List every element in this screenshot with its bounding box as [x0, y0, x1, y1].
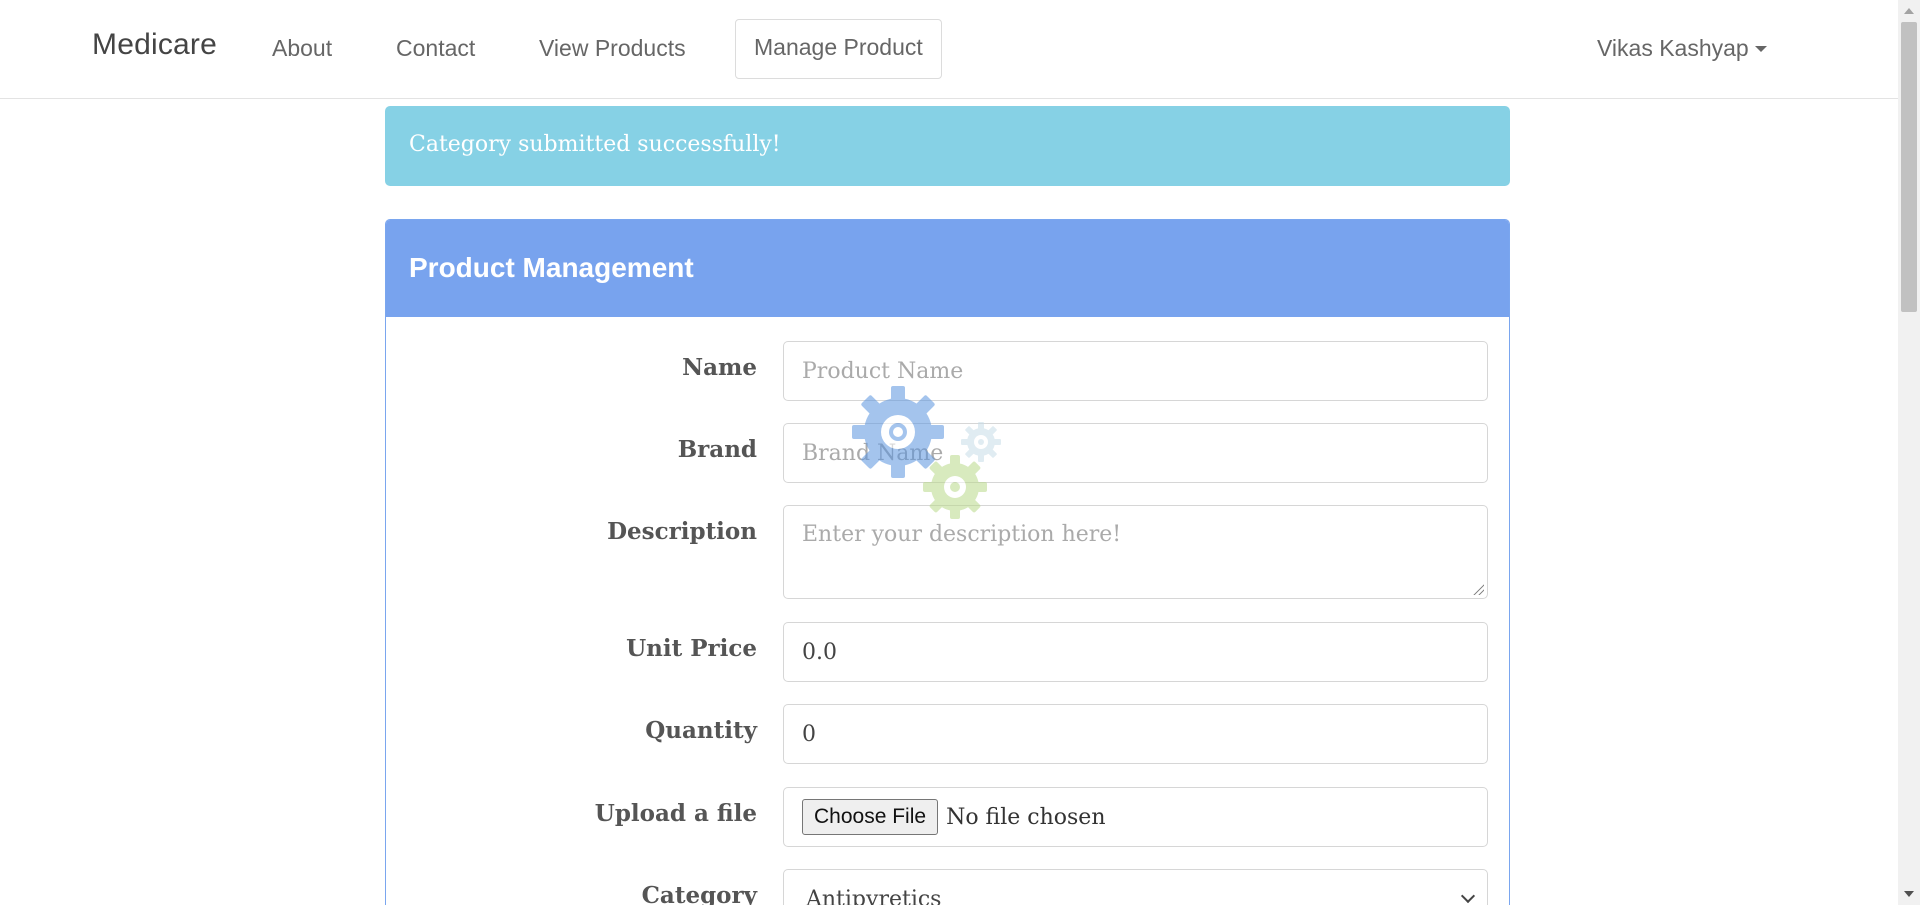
- top-navbar: Medicare About Contact View Products Man…: [0, 0, 1898, 99]
- page-scrollbar[interactable]: [1898, 0, 1920, 905]
- description-wrapper: [783, 505, 1488, 599]
- unit-price-label: Unit Price: [626, 635, 757, 662]
- nav-link-view-products[interactable]: View Products: [539, 35, 686, 62]
- nav-link-about[interactable]: About: [272, 35, 332, 62]
- choose-file-button[interactable]: Choose File: [802, 799, 939, 835]
- brand-logo-link[interactable]: Medicare: [92, 28, 217, 62]
- nav-link-manage-product[interactable]: Manage Product: [735, 19, 942, 79]
- brand-label: Brand: [677, 436, 757, 463]
- nav-link-contact[interactable]: Contact: [396, 35, 475, 62]
- user-name: Vikas Kashyap: [1597, 35, 1749, 61]
- quantity-label: Quantity: [645, 717, 757, 744]
- name-label: Name: [682, 354, 757, 381]
- file-upload-field[interactable]: Choose File No file chosen: [783, 787, 1488, 847]
- upload-label: Upload a file: [594, 800, 757, 827]
- success-alert: Category submitted successfully!: [385, 106, 1510, 186]
- brand-name-input[interactable]: [783, 423, 1488, 483]
- product-management-panel: Product Management Name Brand Descriptio…: [385, 219, 1510, 905]
- category-selected-value: Antipyretics: [806, 886, 942, 905]
- caret-down-icon: [1754, 46, 1767, 52]
- file-status-text: No file chosen: [946, 804, 1106, 830]
- resize-handle-icon[interactable]: [1472, 583, 1484, 595]
- scroll-up-arrow-icon[interactable]: [1904, 8, 1914, 14]
- alert-message: Category submitted successfully!: [409, 132, 781, 157]
- category-label: Category: [641, 882, 757, 905]
- description-textarea[interactable]: [783, 505, 1488, 599]
- chevron-down-icon: [1460, 888, 1476, 904]
- description-label: Description: [607, 518, 757, 545]
- product-name-input[interactable]: [783, 341, 1488, 401]
- quantity-input[interactable]: [783, 704, 1488, 764]
- unit-price-input[interactable]: [783, 622, 1488, 682]
- scrollbar-thumb[interactable]: [1901, 22, 1917, 312]
- category-select[interactable]: Antipyretics: [783, 869, 1488, 905]
- panel-title: Product Management: [386, 220, 1509, 317]
- scroll-down-arrow-icon[interactable]: [1904, 891, 1914, 897]
- user-dropdown-toggle[interactable]: Vikas Kashyap: [1597, 35, 1767, 62]
